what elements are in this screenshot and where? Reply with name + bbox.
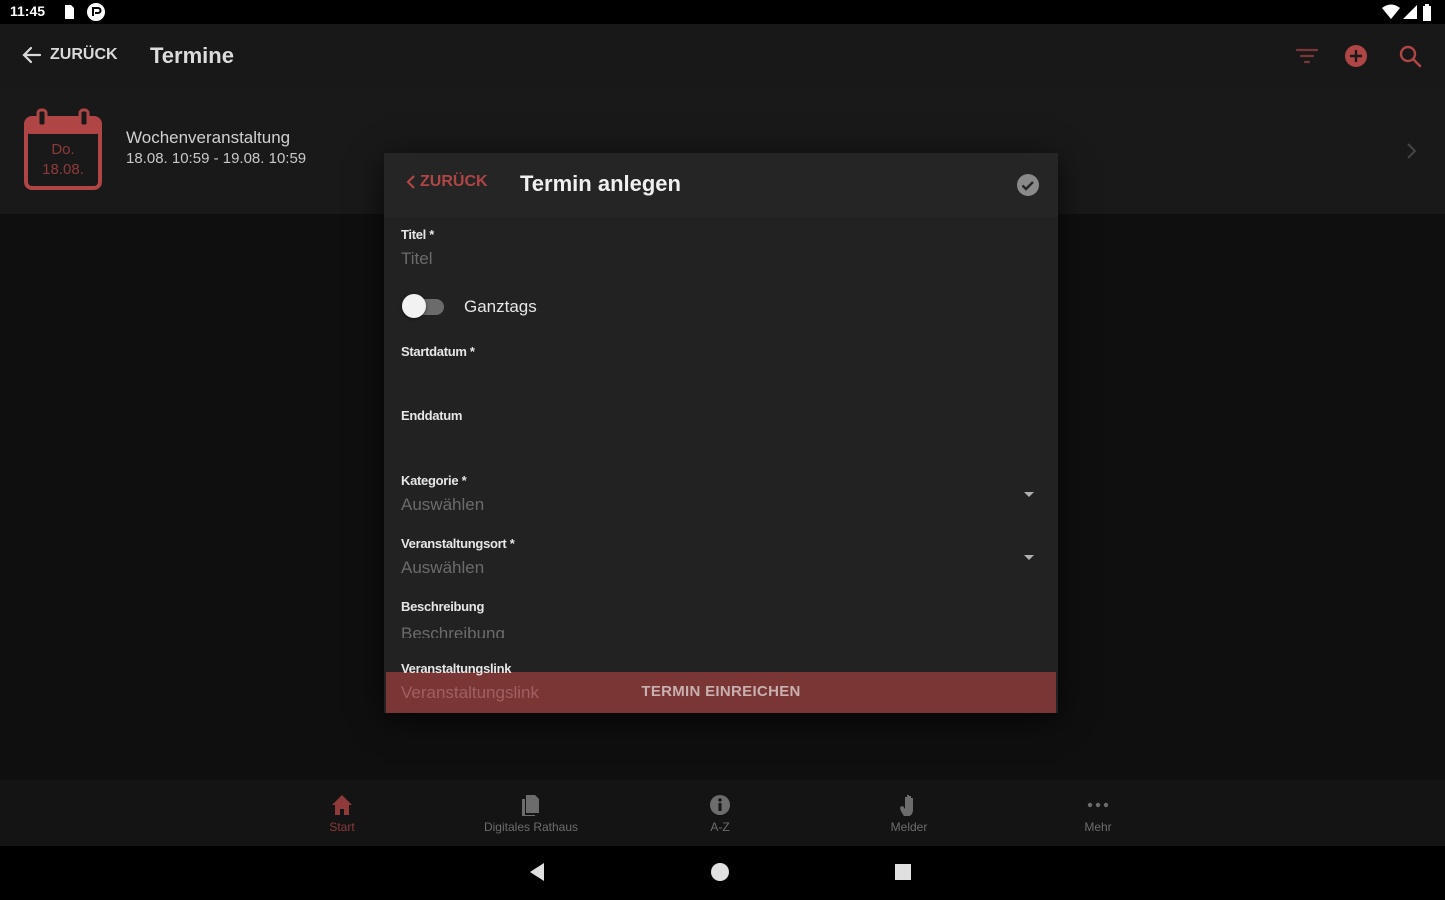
dialog-back-label: ZURÜCK xyxy=(420,173,488,190)
beschreibung-label: Beschreibung xyxy=(401,599,485,614)
system-home-icon[interactable] xyxy=(710,862,730,887)
chevron-left-icon xyxy=(406,175,415,189)
status-bar: 11:45 xyxy=(0,0,1445,24)
enddatum-field[interactable] xyxy=(401,427,1041,463)
system-recents-icon[interactable] xyxy=(894,863,912,886)
beschreibung-placeholder: Beschreibung xyxy=(401,624,505,638)
veranstaltungslink-label-wrap: Veranstaltungslink xyxy=(401,661,701,677)
hand-icon xyxy=(900,795,913,816)
info-icon xyxy=(710,795,730,815)
event-date-range: 18.08. 10:59 - 19.08. 10:59 xyxy=(126,150,307,167)
kategorie-select[interactable]: Auswählen xyxy=(401,495,484,515)
titel-input[interactable]: Titel xyxy=(401,249,433,269)
ganztags-toggle-knob[interactable] xyxy=(402,294,426,318)
search-icon[interactable] xyxy=(1398,44,1422,73)
enddatum-label: Enddatum xyxy=(401,408,463,423)
add-circle-icon[interactable] xyxy=(1344,44,1368,73)
signal-icon xyxy=(1402,4,1418,25)
back-label: ZURÜCK xyxy=(50,46,118,63)
veranstaltungsort-select[interactable]: Auswählen xyxy=(401,558,484,578)
kategorie-label: Kategorie * xyxy=(401,473,467,488)
app-bar: ZURÜCK Termine xyxy=(0,24,1445,88)
check-circle-icon[interactable] xyxy=(1016,173,1040,202)
more-icon xyxy=(1087,802,1109,808)
calendar-icon: Do. 18.08. xyxy=(24,108,104,192)
chevron-right-icon xyxy=(1406,142,1418,165)
nav-item-mehr[interactable]: Mehr xyxy=(1028,792,1168,834)
wifi-icon xyxy=(1382,4,1400,25)
veranstaltungslink-input[interactable]: Veranstaltungslink xyxy=(401,683,539,703)
filter-icon[interactable] xyxy=(1295,46,1319,71)
nav-label-digitales-rathaus: Digitales Rathaus xyxy=(483,820,579,834)
documents-icon xyxy=(522,795,539,816)
status-time: 11:45 xyxy=(10,3,46,19)
beschreibung-input[interactable]: Beschreibung xyxy=(401,624,1041,638)
nav-label-start: Start xyxy=(329,820,355,834)
nav-item-start[interactable]: Start xyxy=(272,792,412,834)
calendar-day: 18.08. xyxy=(42,161,84,178)
system-back-icon[interactable] xyxy=(528,862,546,887)
nav-label-a-z: A-Z xyxy=(710,820,730,834)
nav-label-mehr: Mehr xyxy=(1084,820,1112,834)
veranstaltungslink-label: Veranstaltungslink xyxy=(401,661,512,676)
create-event-dialog: ZURÜCK Termin anlegen Titel * Titel Ganz… xyxy=(384,153,1058,713)
sim-card-icon xyxy=(62,4,76,25)
home-icon xyxy=(332,795,352,815)
dialog-header: ZURÜCK Termin anlegen xyxy=(384,153,1058,217)
calendar-weekday: Do. xyxy=(51,141,75,158)
ganztags-label: Ganztags xyxy=(464,297,537,316)
dialog-title: Termin anlegen xyxy=(520,171,681,196)
event-title: Wochenveranstaltung xyxy=(126,128,291,147)
nav-label-melder: Melder xyxy=(890,820,928,834)
nav-item-melder[interactable]: Melder xyxy=(839,792,979,834)
battery-icon xyxy=(1422,4,1432,26)
titel-label: Titel * xyxy=(401,227,435,242)
bottom-navigation: Start Digitales Rathaus A-Z Melder Mehr xyxy=(0,780,1445,846)
page-title: Termine xyxy=(150,43,234,68)
kategorie-dropdown-icon[interactable] xyxy=(1024,492,1034,497)
nav-item-digitales-rathaus[interactable]: Digitales Rathaus xyxy=(461,792,601,834)
startdatum-label: Startdatum * xyxy=(401,344,475,359)
startdatum-field[interactable] xyxy=(401,363,1041,399)
back-button[interactable]: ZURÜCK xyxy=(20,44,118,66)
veranstaltungsort-dropdown-icon[interactable] xyxy=(1024,555,1034,560)
system-navigation-bar xyxy=(0,846,1445,900)
arrow-left-icon xyxy=(22,46,42,64)
veranstaltungsort-label: Veranstaltungsort * xyxy=(401,536,515,551)
nav-item-a-z[interactable]: A-Z xyxy=(650,792,790,834)
dialog-back-button[interactable]: ZURÜCK xyxy=(406,173,488,191)
